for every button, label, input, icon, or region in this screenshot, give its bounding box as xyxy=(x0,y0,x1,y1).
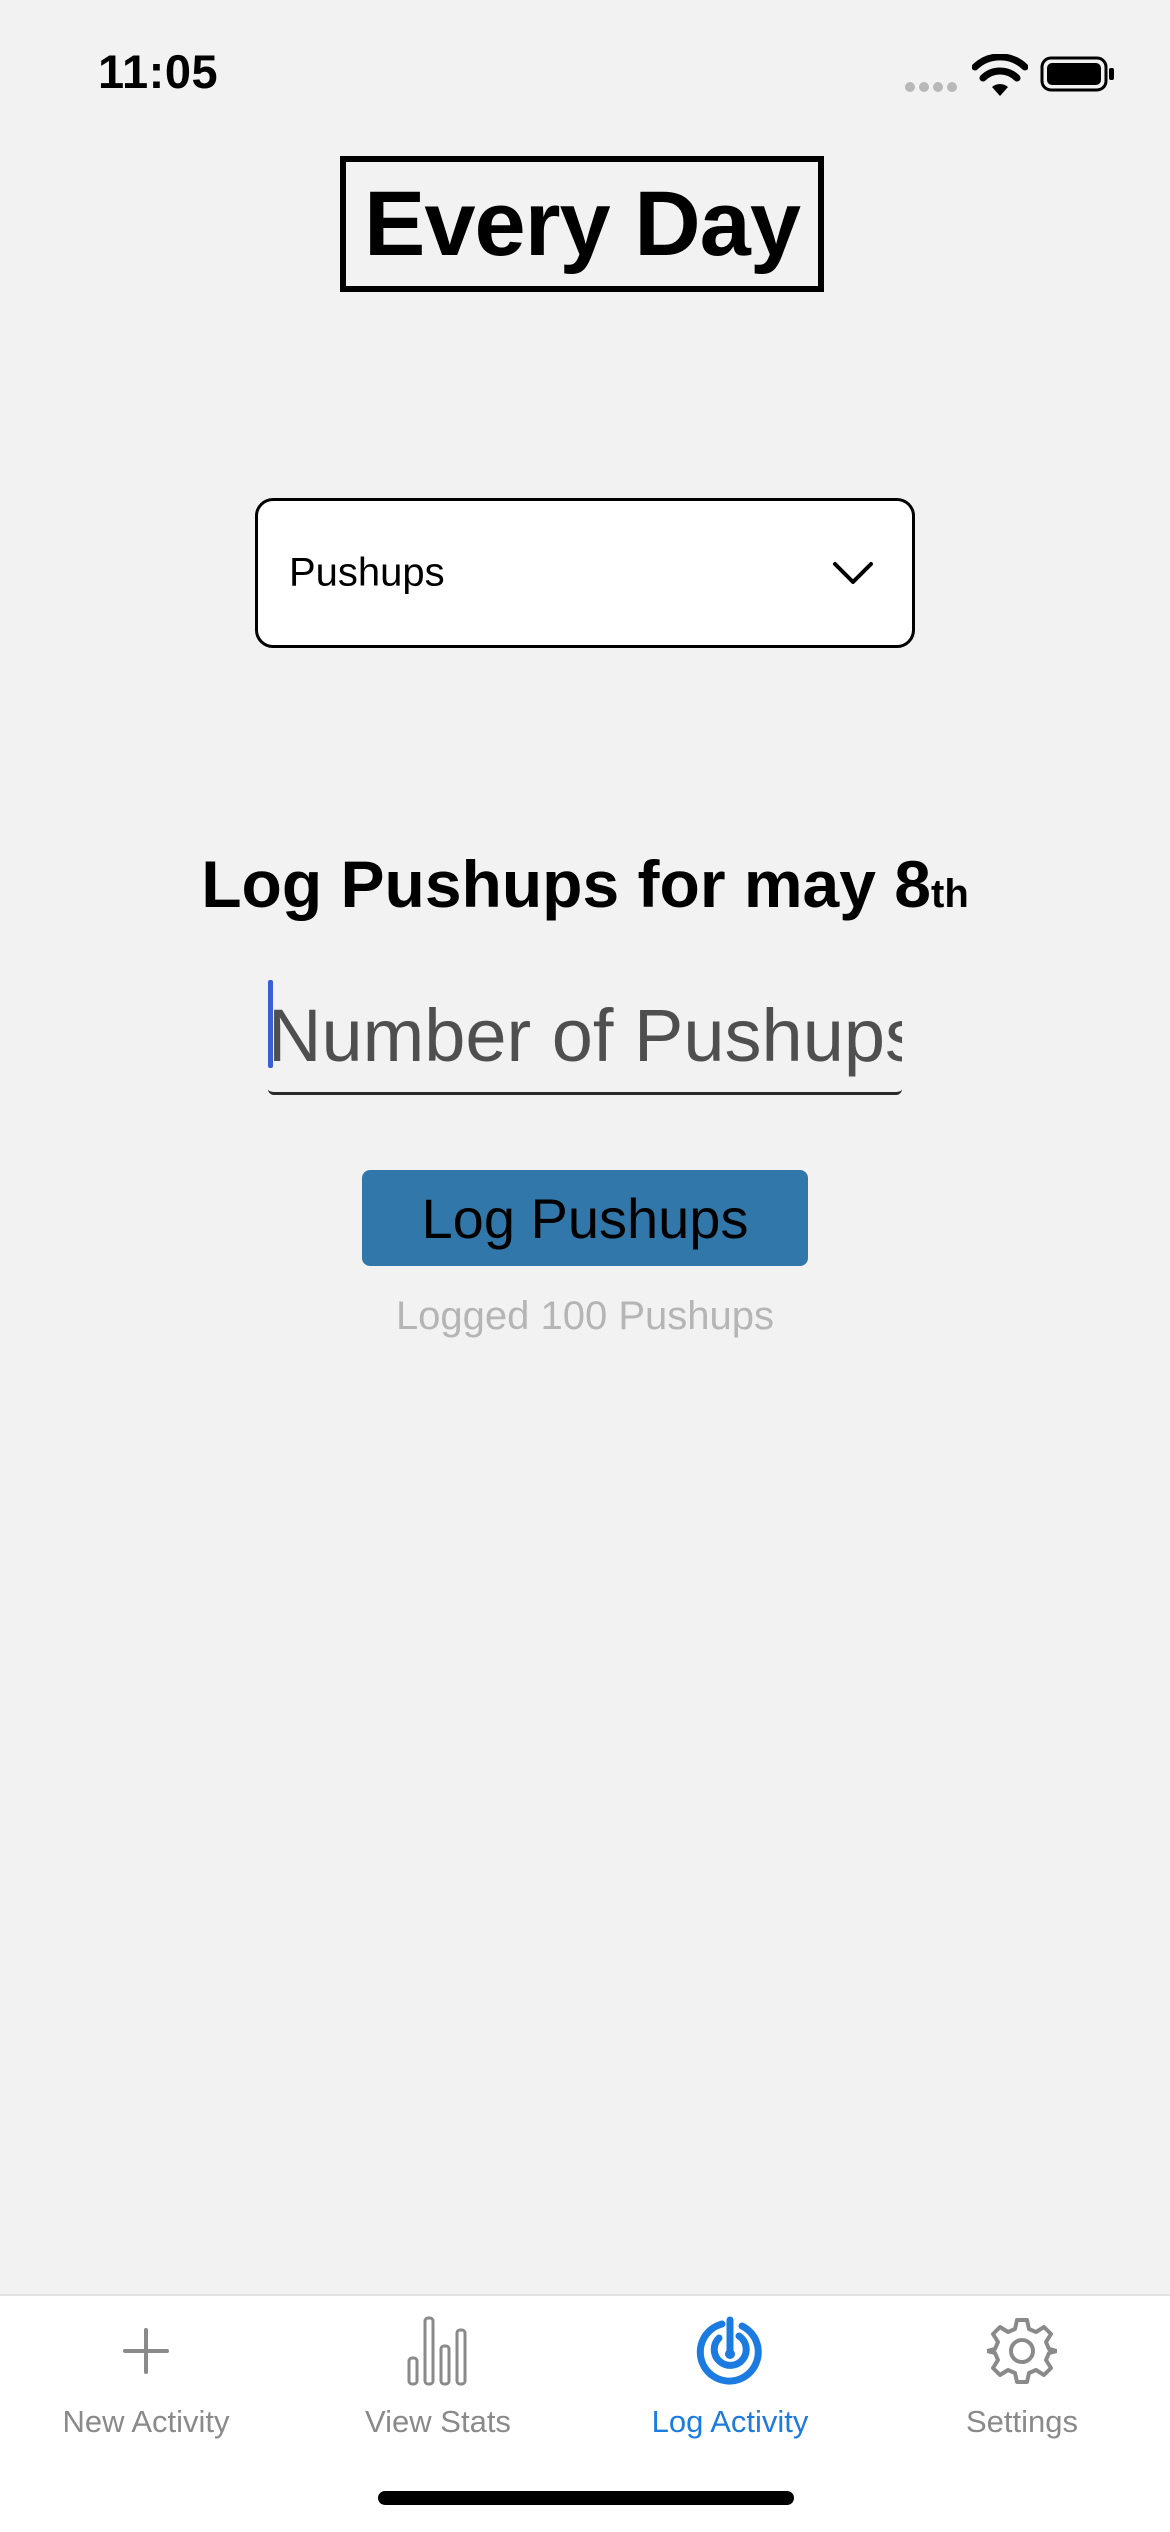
log-status-text: Logged 100 Pushups xyxy=(395,1294,775,1338)
wifi-icon xyxy=(972,54,1028,96)
status-bar: 11:05 xyxy=(0,0,1170,140)
battery-icon xyxy=(1040,56,1114,92)
tab-new-activity[interactable]: New Activity xyxy=(0,2296,292,2456)
tab-view-stats[interactable]: View Stats xyxy=(292,2296,584,2456)
tab-label: View Stats xyxy=(365,2404,511,2439)
log-activity-icon xyxy=(696,2316,762,2385)
status-time: 11:05 xyxy=(98,45,219,98)
tab-label: Log Activity xyxy=(651,2404,809,2439)
log-pushups-button[interactable]: Log Pushups xyxy=(362,1170,808,1266)
tab-label: Settings xyxy=(965,2404,1078,2439)
app-title: Every Day xyxy=(340,156,824,292)
pushup-count-field xyxy=(268,978,902,1095)
log-heading-text: Log Pushups for may 8 xyxy=(201,847,931,921)
bar-chart-icon xyxy=(407,2316,467,2386)
cellular-signal-icon xyxy=(905,82,959,94)
log-heading-ordinal: th xyxy=(931,872,969,916)
activity-select[interactable]: Pushups xyxy=(255,498,915,648)
gear-icon xyxy=(987,2318,1057,2384)
tab-log-activity[interactable]: Log Activity xyxy=(584,2296,876,2456)
tab-label: New Activity xyxy=(62,2404,230,2439)
chevron-down-icon xyxy=(833,562,873,584)
home-indicator xyxy=(378,2491,794,2505)
pushup-count-input[interactable] xyxy=(268,978,902,1092)
text-caret xyxy=(268,980,273,1068)
activity-select-value: Pushups xyxy=(289,550,445,595)
plus-icon xyxy=(123,2328,169,2374)
tab-settings[interactable]: Settings xyxy=(876,2296,1168,2456)
log-heading: Log Pushups for may 8th xyxy=(0,846,1170,922)
